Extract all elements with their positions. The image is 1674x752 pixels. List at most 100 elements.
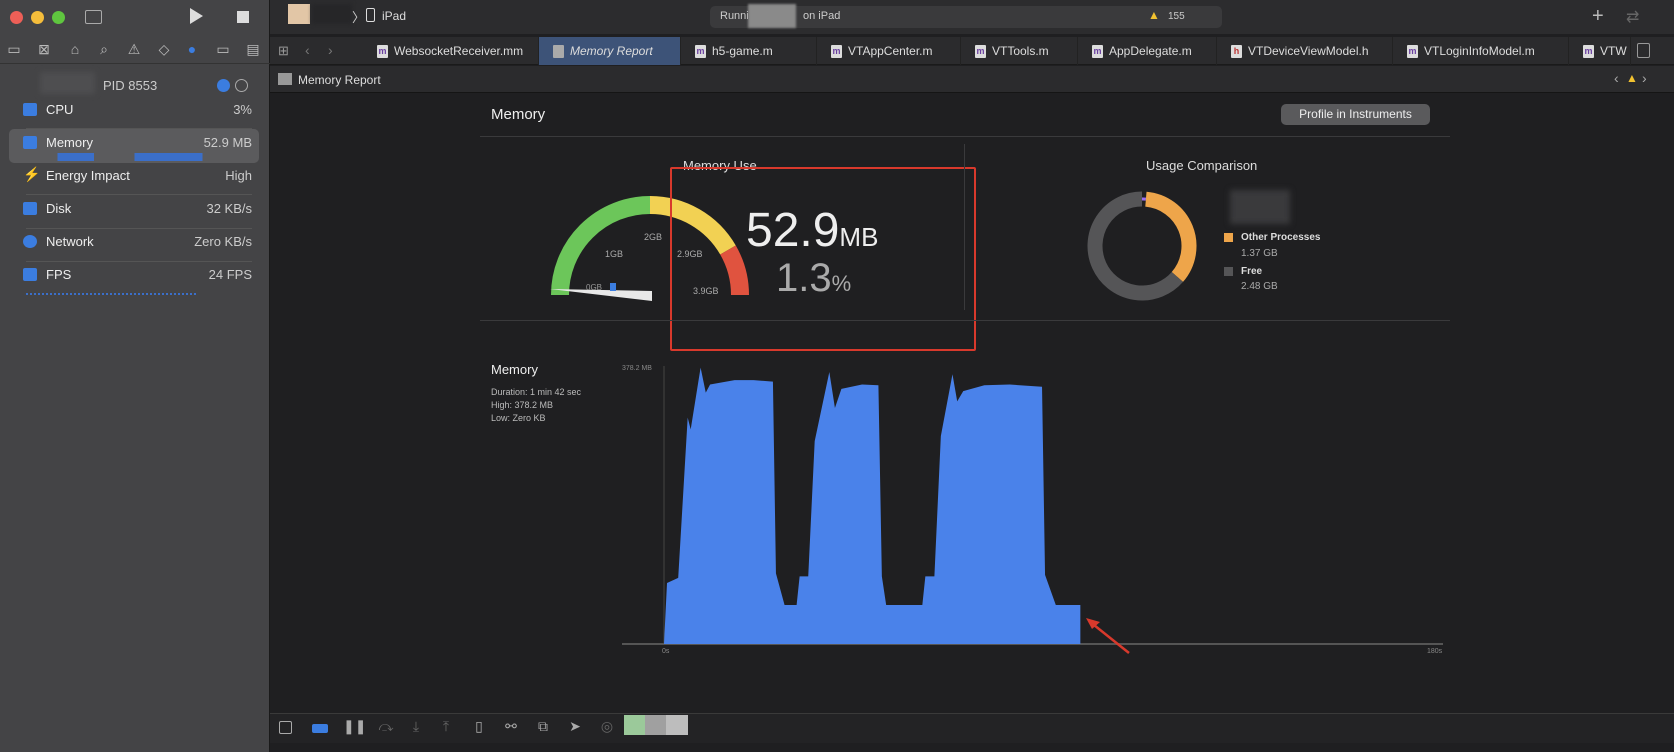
tab-vtlogininfomodel[interactable]: m VTLoginInfoModel.m xyxy=(1393,37,1569,65)
breakpoints-toggle-icon[interactable] xyxy=(312,724,328,733)
step-out-icon[interactable]: ⤒ xyxy=(437,718,455,735)
usage-donut-chart xyxy=(1087,191,1197,301)
step-into-icon[interactable]: ⤓ xyxy=(407,718,425,735)
graph-duration: Duration: 1 min 42 sec xyxy=(491,387,582,397)
sidebar-item-memory[interactable]: Memory 52.9 MB xyxy=(16,135,252,155)
device-selector[interactable]: iPad xyxy=(382,9,406,23)
tab-vtw[interactable]: m VTW xyxy=(1569,37,1631,65)
next-issue-icon[interactable]: › xyxy=(1642,70,1647,86)
usage-comparison-title: Usage Comparison xyxy=(1146,158,1258,173)
run-button[interactable] xyxy=(190,8,203,24)
m-file-icon: m xyxy=(1583,44,1594,58)
graph-title: Memory xyxy=(491,362,538,377)
app-icon xyxy=(288,4,310,24)
tab-label: VTAppCenter.m xyxy=(848,44,933,58)
jump-bar: Memory Report ‹ ▲ › xyxy=(270,66,1674,93)
forward-icon[interactable]: › xyxy=(328,42,333,58)
divider xyxy=(964,144,965,310)
disk-icon xyxy=(23,202,37,215)
editor-tab-bar: ⊞ ‹ › m WebsocketReceiver.mm Memory Repor… xyxy=(270,37,1674,65)
sidebar-item-fps[interactable]: FPS 24 FPS xyxy=(16,267,252,287)
legend-value-free: 2.48 GB xyxy=(1241,281,1278,292)
toolbar: 〉 iPad Runni on iPad ▲ 155 + ⇄ xyxy=(270,0,1674,34)
tab-vtdeviceviewmodel[interactable]: h VTDeviceViewModel.h xyxy=(1217,37,1393,65)
debug-navigator: ▭ ⊠ ⌂ ⌕ ⚠ ◇ ● ▭ ▤ PID 8553 CPU 3% Memory 5… xyxy=(0,0,270,752)
search-icon[interactable]: ⌕ xyxy=(95,40,113,58)
add-editor-icon[interactable] xyxy=(1637,43,1650,58)
m-file-icon: m xyxy=(695,44,706,58)
swap-editor-icon[interactable]: ⇄ xyxy=(1626,7,1639,27)
add-icon[interactable]: + xyxy=(1592,5,1604,28)
profile-in-instruments-button[interactable]: Profile in Instruments xyxy=(1281,104,1430,125)
sidebar-item-network[interactable]: Network Zero KB/s xyxy=(16,234,252,254)
jump-bar-item[interactable]: Memory Report xyxy=(298,73,381,87)
memory-graph: 378.2 MB 0s 180s xyxy=(622,365,1443,655)
camera-icon[interactable]: ◎ xyxy=(598,718,616,735)
annotation-arrow xyxy=(1086,618,1130,654)
tab-label: VTDeviceViewModel.h xyxy=(1248,44,1369,58)
memory-area-series xyxy=(664,367,1081,644)
h-file-icon: h xyxy=(1231,44,1242,58)
network-sparkline xyxy=(26,254,252,262)
warning-icon[interactable]: ⚠ xyxy=(125,40,143,58)
sidebar-item-cpu[interactable]: CPU 3% xyxy=(16,102,252,122)
graph-stats: Duration: 1 min 42 sec High: 378.2 MB Lo… xyxy=(491,386,581,425)
sidebar-item-energy[interactable]: ⚡ Energy Impact High xyxy=(16,166,252,188)
warning-icon[interactable]: ▲ xyxy=(1626,71,1638,85)
bolt-icon: ⚡ xyxy=(23,166,41,182)
pause-process-icon[interactable] xyxy=(235,79,248,92)
thread-selector-redacted[interactable] xyxy=(624,715,688,735)
symbol-icon[interactable]: ⌂ xyxy=(66,40,84,58)
step-over-icon[interactable]: ⤼ xyxy=(377,718,395,735)
zoom-button[interactable] xyxy=(52,11,65,24)
scheme-redacted[interactable] xyxy=(312,4,352,24)
ipad-icon xyxy=(366,8,375,22)
debug-gauge-icon[interactable]: ● xyxy=(183,40,201,58)
memory-icon xyxy=(23,136,37,149)
source-control-icon[interactable]: ⊠ xyxy=(35,40,53,58)
sidebar-item-disk[interactable]: Disk 32 KB/s xyxy=(16,201,252,221)
legend-swatch-other xyxy=(1224,233,1233,242)
view-hierarchy-icon[interactable]: ▯ xyxy=(470,718,488,735)
info-icon[interactable] xyxy=(217,79,230,92)
breakpoint-icon[interactable]: ▭ xyxy=(214,40,232,58)
memory-report-icon xyxy=(278,73,292,85)
tab-websocketreceiver[interactable]: m WebsocketReceiver.mm xyxy=(363,37,539,65)
close-button[interactable] xyxy=(10,11,23,24)
m-file-icon: m xyxy=(831,44,842,58)
memory-sparkline xyxy=(26,153,252,161)
activity-view: Runni on iPad ▲ 155 xyxy=(710,4,1222,28)
graph-low: Low: Zero KB xyxy=(491,413,546,423)
back-icon[interactable]: ‹ xyxy=(305,42,310,58)
tab-label: h5-game.m xyxy=(712,44,773,58)
warning-count[interactable]: 155 xyxy=(1168,11,1185,22)
prev-issue-icon[interactable]: ‹ xyxy=(1614,70,1619,86)
globe-icon xyxy=(23,235,37,248)
sidebar-toggle-icon[interactable] xyxy=(85,10,102,24)
test-icon[interactable]: ◇ xyxy=(155,40,173,58)
stop-button[interactable] xyxy=(237,11,249,23)
location-icon[interactable]: ➤ xyxy=(566,718,584,735)
fps-icon xyxy=(23,268,37,281)
grid-icon[interactable]: ⊞ xyxy=(278,43,289,59)
hide-console-icon[interactable] xyxy=(279,721,292,734)
donut-slice-other xyxy=(1144,191,1197,282)
minimize-button[interactable] xyxy=(31,11,44,24)
activity-status-suffix: on iPad xyxy=(803,10,841,22)
app-usage-redacted xyxy=(1230,190,1290,224)
cpu-sparkline xyxy=(26,121,252,129)
folder-icon[interactable]: ▭ xyxy=(5,40,23,58)
tab-vttools[interactable]: m VTTools.m xyxy=(961,37,1078,65)
warning-icon[interactable]: ▲ xyxy=(1148,8,1160,22)
tab-label: VTW xyxy=(1600,44,1627,58)
tab-memory-report[interactable]: Memory Report xyxy=(539,37,681,65)
memory-graph-icon[interactable]: ⚯ xyxy=(502,718,520,735)
report-icon[interactable]: ▤ xyxy=(244,40,262,58)
tab-vtappcenter[interactable]: m VTAppCenter.m xyxy=(817,37,961,65)
environment-overrides-icon[interactable]: ⧉ xyxy=(534,718,552,735)
tab-appdelegate[interactable]: m AppDelegate.m xyxy=(1078,37,1217,65)
breadcrumb-chevron-icon: 〉 xyxy=(352,10,366,25)
tab-h5-game[interactable]: m h5-game.m xyxy=(681,37,817,65)
legend-swatch-free xyxy=(1224,267,1233,276)
pause-icon[interactable]: ❚❚ xyxy=(343,718,366,735)
